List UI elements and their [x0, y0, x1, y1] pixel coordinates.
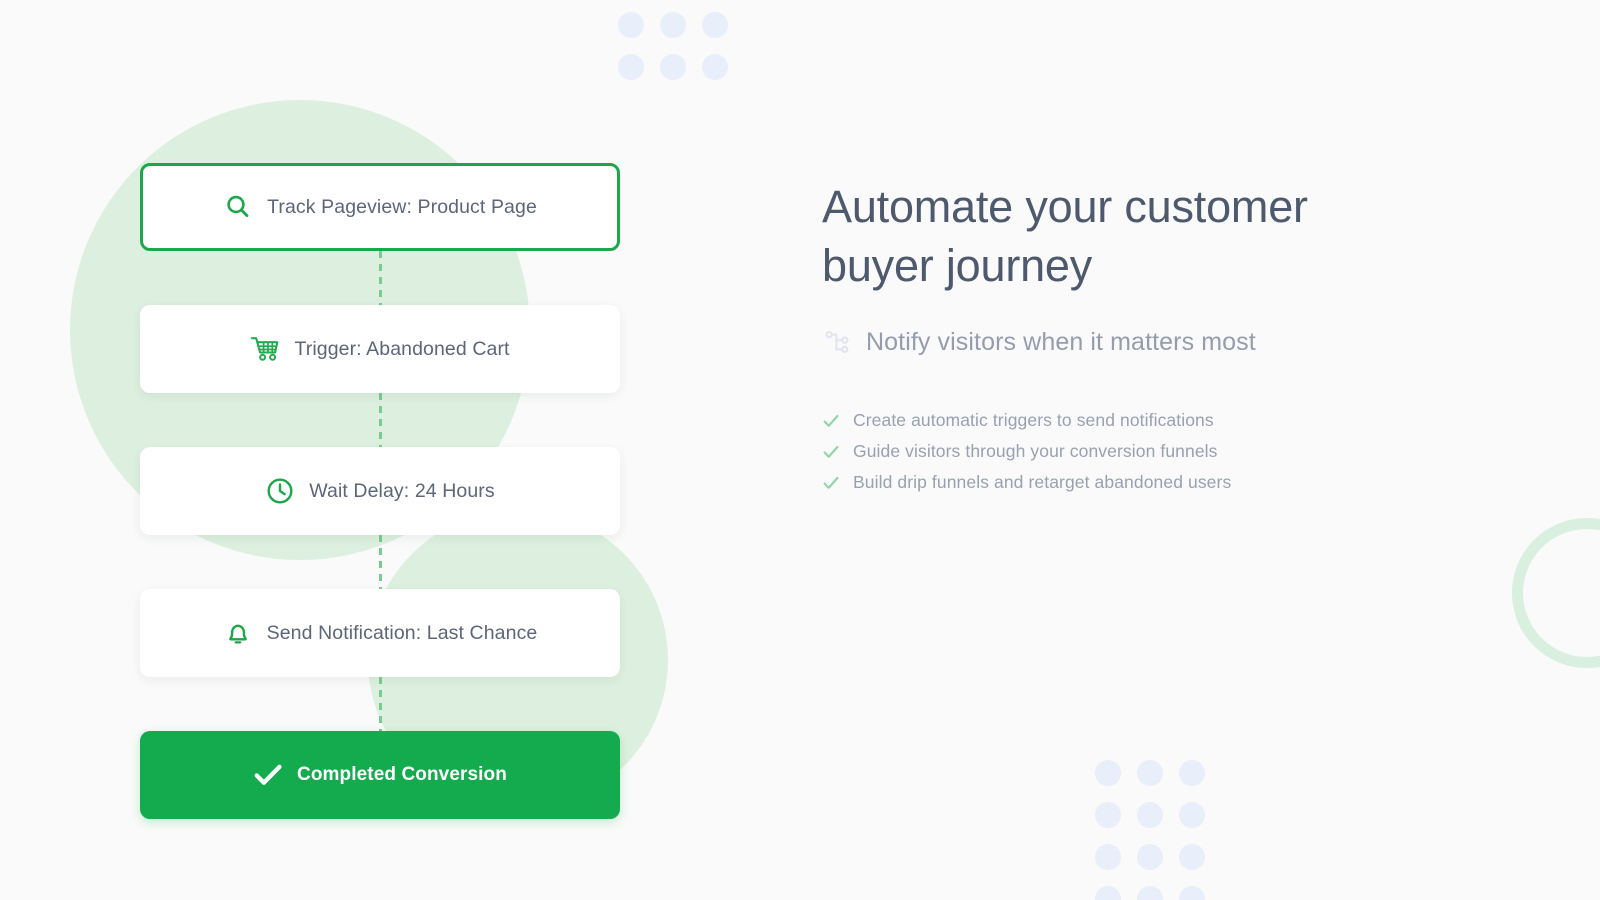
feature-list: Create automatic triggers to send notifi… [822, 405, 1462, 498]
headline-line-1: Automate your customer [822, 181, 1308, 232]
subheading-text: Notify visitors when it matters most [866, 327, 1256, 356]
checkmark-icon [253, 760, 283, 790]
flow-node-label: Wait Delay: 24 Hours [309, 479, 495, 502]
subheading: Notify visitors when it matters most [822, 327, 1462, 357]
flow-node-completed-conversion[interactable]: Completed Conversion [140, 731, 620, 819]
flow-step-1: Track Pageview: Product Page [140, 163, 620, 251]
flow-connector-2 [140, 393, 620, 447]
flow-node-label: Track Pageview: Product Page [267, 195, 537, 218]
headline-line-2: buyer journey [822, 239, 1093, 291]
flow-node-trigger-abandoned-cart[interactable]: Trigger: Abandoned Cart [140, 305, 620, 393]
flow-node-send-notification[interactable]: Send Notification: Last Chance [140, 589, 620, 677]
flow-node-track-pageview[interactable]: Track Pageview: Product Page [140, 163, 620, 251]
clock-icon [265, 476, 295, 506]
sitemap-icon [822, 327, 852, 357]
flow-step-3: Wait Delay: 24 Hours [140, 447, 620, 535]
flow-step-4: Send Notification: Last Chance [140, 589, 620, 677]
check-icon [822, 412, 840, 430]
check-icon [822, 443, 840, 461]
list-item-label: Create automatic triggers to send notifi… [853, 410, 1214, 430]
automation-flow-diagram: Track Pageview: Product Page Trigger: Ab… [140, 163, 620, 819]
dashed-line [378, 677, 382, 731]
flow-node-label: Completed Conversion [297, 764, 507, 785]
dashed-line [378, 535, 382, 589]
flow-connector-1 [140, 251, 620, 305]
flow-connector-3 [140, 535, 620, 589]
flow-step-5: Completed Conversion [140, 731, 620, 819]
list-item: Guide visitors through your conversion f… [822, 436, 1462, 467]
page-root: Track Pageview: Product Page Trigger: Ab… [0, 0, 1600, 900]
flow-node-label: Trigger: Abandoned Cart [294, 337, 510, 360]
flow-step-2: Trigger: Abandoned Cart [140, 305, 620, 393]
marketing-copy-column: Automate your customer buyer journey Not… [822, 178, 1462, 498]
search-icon [223, 192, 253, 222]
bell-icon [223, 618, 253, 648]
list-item-label: Guide visitors through your conversion f… [853, 441, 1218, 461]
flow-node-wait-delay[interactable]: Wait Delay: 24 Hours [140, 447, 620, 535]
flow-connector-4 [140, 677, 620, 731]
dashed-line [378, 393, 382, 447]
list-item: Build drip funnels and retarget abandone… [822, 467, 1462, 498]
dashed-line [378, 251, 382, 305]
shopping-cart-icon [250, 334, 280, 364]
flow-node-label: Send Notification: Last Chance [266, 621, 538, 644]
list-item: Create automatic triggers to send notifi… [822, 405, 1462, 436]
list-item-label: Build drip funnels and retarget abandone… [853, 472, 1232, 492]
check-icon [822, 474, 840, 492]
page-title: Automate your customer buyer journey [822, 178, 1462, 295]
